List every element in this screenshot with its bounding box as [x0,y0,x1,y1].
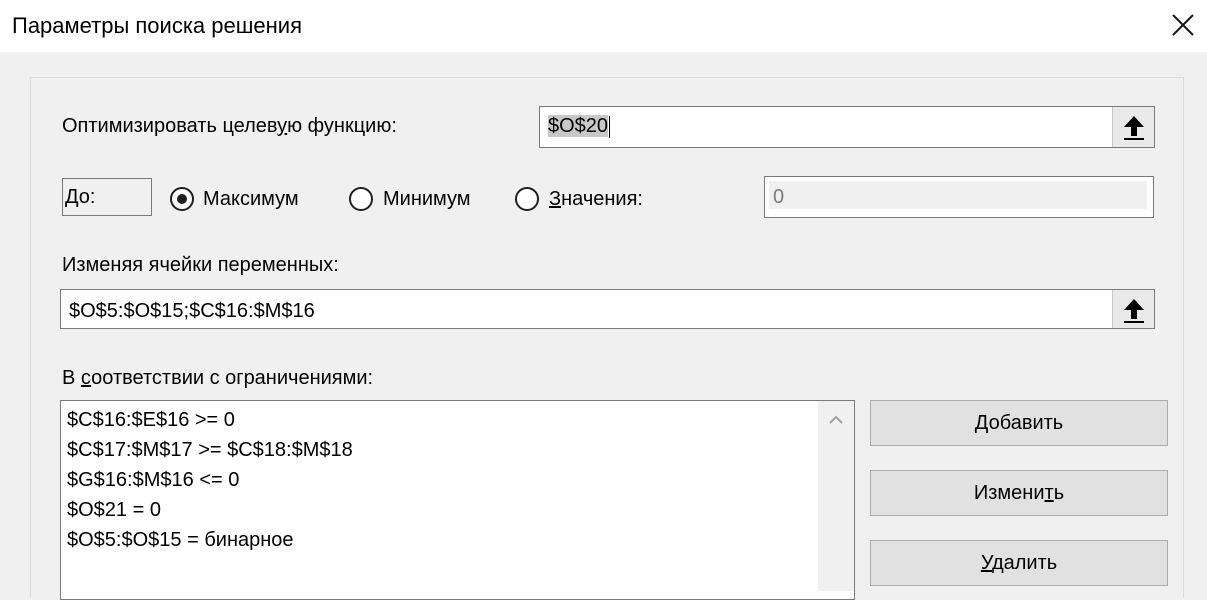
radio-selected-dot [177,194,187,204]
constraints-label: В соответствии с ограничениями: [62,367,374,389]
list-item[interactable]: $O$21 = 0 [67,499,161,522]
objective-ref-button[interactable] [1112,107,1154,147]
variables-value: $O$5:$O$15;$C$16:$M$16 [69,300,315,322]
to-label-box: До: [62,178,152,216]
delete-button[interactable]: Удалить [870,540,1168,586]
radio-minimum[interactable] [349,187,373,211]
radio-value[interactable] [515,187,539,211]
collapse-dialog-icon [1124,116,1144,140]
add-button[interactable]: Добавить [870,400,1168,446]
radio-minimum-label[interactable]: Минимум [383,188,471,211]
change-button[interactable]: Изменить [870,470,1168,516]
objective-label: Оптимизировать целевую функцию: [62,115,397,137]
objective-input[interactable]: $O$20 [539,106,1155,148]
close-icon [1172,14,1194,36]
constraints-list[interactable]: $C$16:$E$16 >= 0 $C$17:$M$17 >= $C$18:$M… [60,400,855,600]
variables-input[interactable]: $O$5:$O$15;$C$16:$M$16 [60,289,1155,329]
radio-maximum-label[interactable]: Максимум [203,188,299,211]
title-bar: Параметры поиска решения [0,0,1207,52]
radio-maximum[interactable] [170,187,194,211]
objective-value: $O$20 [548,115,609,137]
variables-label: Изменяя ячейки переменных: [62,254,339,276]
to-label: До: [65,186,96,208]
list-item[interactable]: $C$17:$M$17 >= $C$18:$M$18 [67,439,353,462]
collapse-dialog-icon [1124,299,1144,323]
variables-ref-button[interactable] [1112,290,1154,328]
chevron-up-icon[interactable] [829,415,843,425]
value-of-input[interactable]: 0 [764,176,1154,218]
list-item[interactable]: $O$5:$O$15 = бинарное [67,529,294,552]
list-item[interactable]: $G$16:$M$16 <= 0 [67,469,239,492]
close-button[interactable] [1162,8,1202,44]
list-item[interactable]: $C$16:$E$16 >= 0 [67,409,235,432]
value-of-text: 0 [773,186,785,208]
window-title: Параметры поиска решения [12,13,302,38]
constraints-scrollbar[interactable] [818,401,854,591]
radio-value-label[interactable]: Значения: [549,188,643,211]
